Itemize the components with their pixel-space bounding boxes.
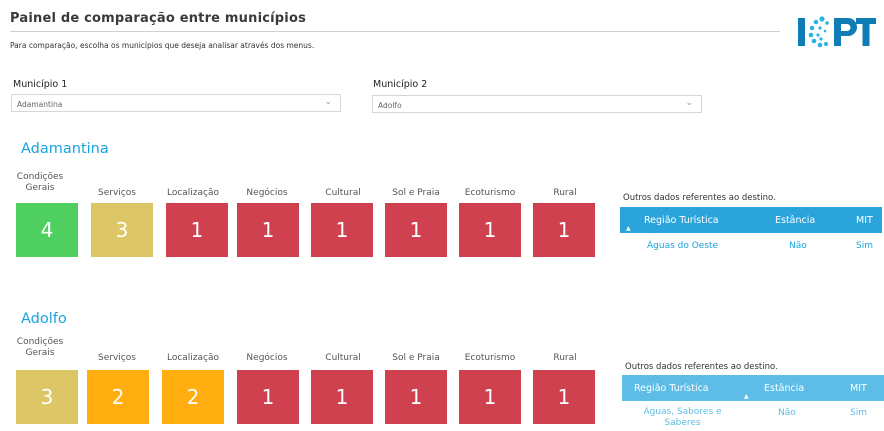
- category-label: Negócios: [246, 353, 288, 363]
- other-data-table-header: Região Turística ▲ Estância MIT: [622, 375, 884, 401]
- municipio-1-value: Adamantina: [17, 100, 63, 109]
- score-tile: 1: [237, 203, 299, 257]
- category-label: Serviços: [98, 188, 136, 198]
- score-tile: 4: [16, 203, 78, 257]
- score-tile: 1: [459, 203, 521, 257]
- category-label: Negócios: [246, 188, 288, 198]
- score-tile: 1: [533, 370, 595, 424]
- municipio-1-label: Município 1: [13, 79, 68, 90]
- other-data-table-header: Região Turística ▲ Estância MIT: [620, 207, 882, 233]
- score-tile: 1: [459, 370, 521, 424]
- column-header-regiao[interactable]: Região Turística: [644, 215, 719, 226]
- category-label: Ecoturismo: [464, 188, 516, 198]
- regiao-cell: Águas, Sabores e Saberes: [643, 407, 722, 428]
- municipio-2-value: Adolfo: [378, 101, 402, 110]
- column-header-mit[interactable]: MIT: [856, 215, 873, 226]
- category-label: Condições Gerais: [16, 172, 64, 193]
- page-subtitle: Para comparação, escolha os municípios q…: [10, 41, 315, 50]
- icpt-logo: [796, 10, 876, 54]
- score-tile: 1: [533, 203, 595, 257]
- score-tile: 1: [385, 203, 447, 257]
- score-tile: 2: [87, 370, 149, 424]
- column-header-regiao[interactable]: Região Turística: [634, 383, 709, 394]
- score-tile: 3: [91, 203, 153, 257]
- score-tile: 1: [166, 203, 228, 257]
- category-label: Cultural: [325, 188, 361, 198]
- estancia-cell: Não: [778, 408, 796, 418]
- title-divider: [10, 31, 780, 32]
- score-tile: 1: [311, 203, 373, 257]
- category-label: Condições Gerais: [16, 337, 64, 358]
- category-label: Sol e Praia: [392, 188, 440, 198]
- other-data-title: Outros dados referentes ao destino.: [623, 193, 776, 203]
- category-label: Localização: [166, 353, 220, 363]
- sort-up-icon[interactable]: ▲: [626, 225, 631, 232]
- category-label: Rural: [553, 188, 577, 198]
- chevron-down-icon[interactable]: ⌄: [324, 97, 332, 107]
- municipio-2-name: Adolfo: [21, 311, 67, 327]
- category-label: Sol e Praia: [392, 353, 440, 363]
- category-label: Ecoturismo: [464, 353, 516, 363]
- category-label: Serviços: [98, 353, 136, 363]
- score-tile: 2: [162, 370, 224, 424]
- score-tile: 3: [16, 370, 78, 424]
- score-tile: 1: [237, 370, 299, 424]
- mit-cell: Sim: [850, 408, 867, 418]
- other-data-title: Outros dados referentes ao destino.: [625, 362, 778, 372]
- municipio-2-select[interactable]: Adolfo ⌄: [372, 95, 702, 113]
- municipio-1-name: Adamantina: [21, 141, 109, 157]
- mit-cell: Sim: [856, 241, 873, 251]
- column-header-mit[interactable]: MIT: [850, 383, 867, 394]
- score-tile: 1: [385, 370, 447, 424]
- chevron-down-icon[interactable]: ⌄: [685, 98, 693, 108]
- municipio-2-label: Município 2: [373, 79, 428, 90]
- page-title: Painel de comparação entre municípios: [10, 11, 307, 26]
- regiao-cell: Águas do Oeste: [647, 241, 719, 251]
- municipio-1-select[interactable]: Adamantina ⌄: [11, 94, 341, 112]
- column-header-estancia[interactable]: Estância: [764, 383, 804, 394]
- category-label: Rural: [553, 353, 577, 363]
- category-label: Cultural: [325, 353, 361, 363]
- column-header-estancia[interactable]: Estância: [775, 215, 815, 226]
- estancia-cell: Não: [789, 241, 807, 251]
- score-tile: 1: [311, 370, 373, 424]
- sort-up-icon[interactable]: ▲: [744, 393, 749, 400]
- category-label: Localização: [166, 188, 220, 198]
